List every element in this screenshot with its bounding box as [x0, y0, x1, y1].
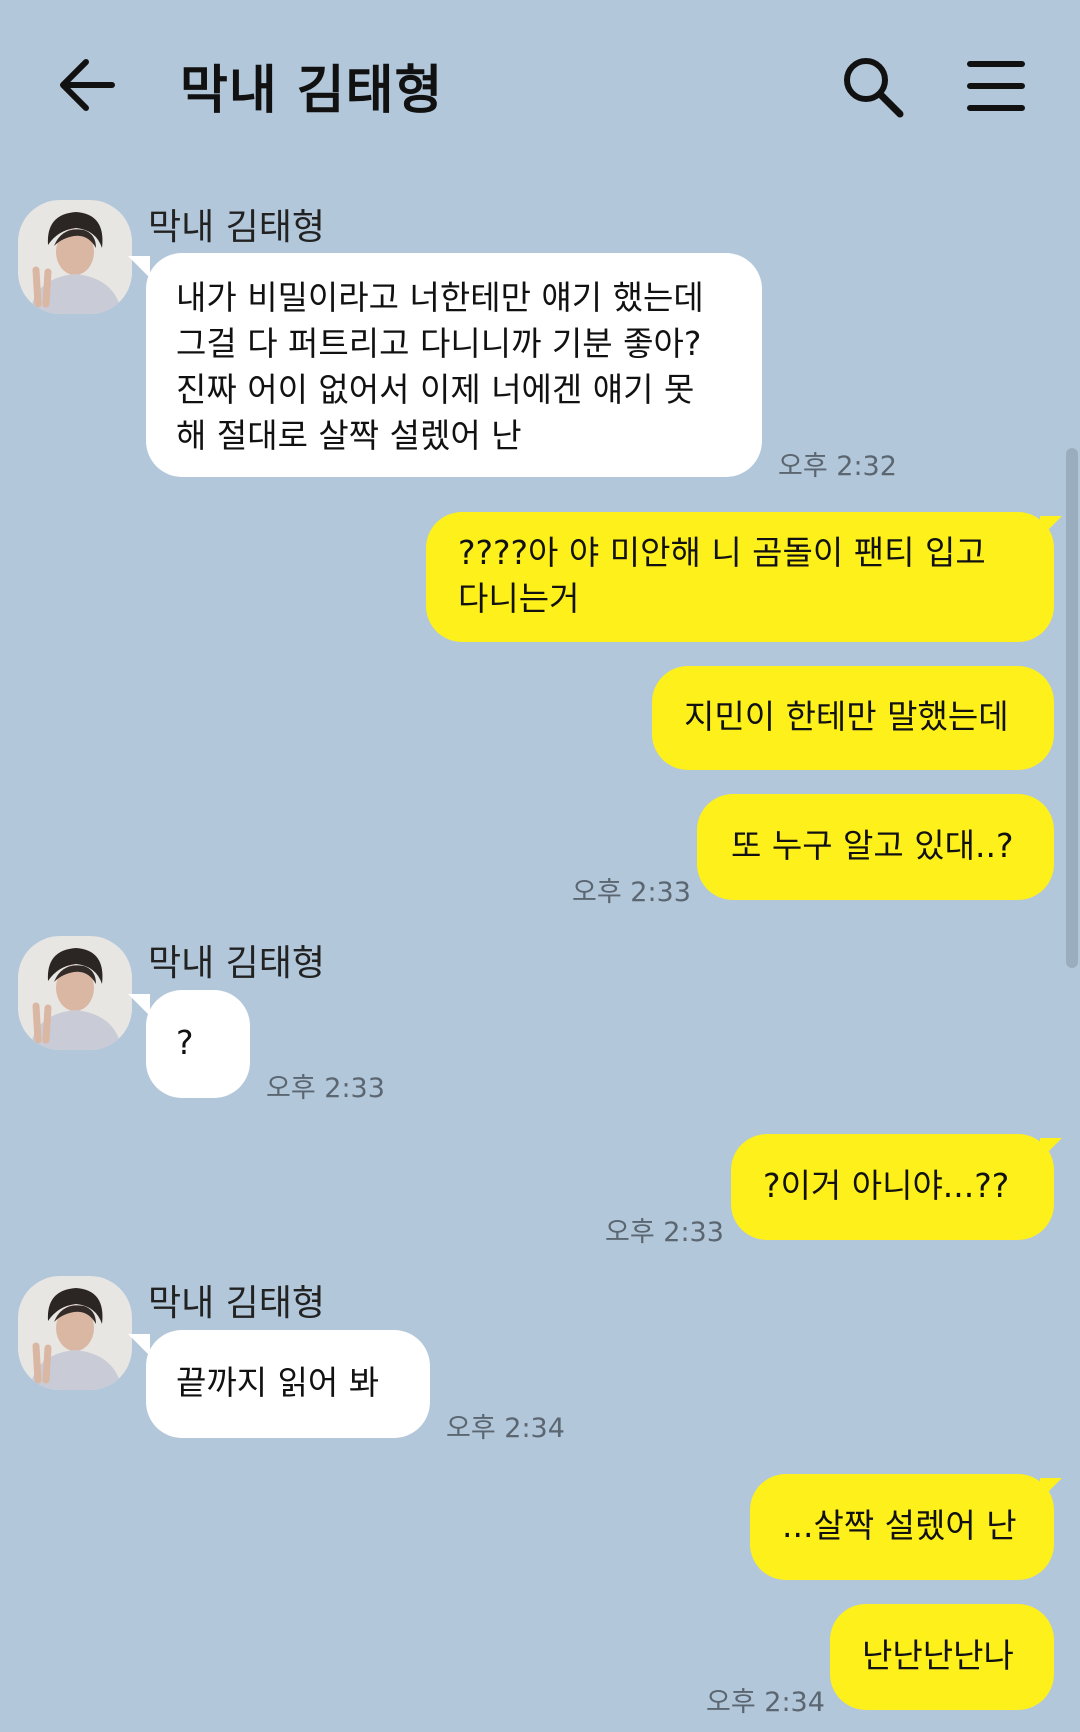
bubble-tail — [1040, 516, 1062, 538]
scrollbar[interactable] — [1066, 448, 1078, 968]
bubble-tail — [1040, 1138, 1062, 1160]
bubble-tail — [128, 994, 150, 1016]
message-time: 오후 2:34 — [446, 1413, 565, 1444]
bubble-tail — [1040, 1478, 1062, 1500]
message-time: 오후 2:33 — [266, 1073, 385, 1104]
message-time: 오후 2:33 — [605, 1217, 724, 1248]
chat-title: 막내 김태형 — [180, 61, 444, 121]
search-icon — [844, 58, 904, 118]
message-bubble[interactable]: 또 누구 알고 있대..? — [697, 794, 1054, 900]
hamburger-menu-icon — [967, 61, 1025, 111]
search-button[interactable] — [838, 52, 908, 122]
message-time: 오후 2:34 — [706, 1687, 825, 1718]
message-time: 오후 2:33 — [572, 877, 691, 908]
message-bubble[interactable]: ?이거 아니야...?? — [731, 1134, 1054, 1240]
sender-name: 막내 김태형 — [148, 207, 326, 248]
avatar[interactable] — [18, 936, 132, 1050]
message-time: 오후 2:32 — [778, 451, 897, 482]
avatar[interactable] — [18, 200, 132, 314]
message-bubble[interactable]: 내가 비밀이라고 너한테만 얘기 했는데 그걸 다 퍼트리고 다니니까 기분 좋… — [146, 253, 762, 477]
chat-header: 막내 김태형 — [0, 0, 1080, 168]
avatar[interactable] — [18, 1276, 132, 1390]
menu-button[interactable] — [960, 56, 1030, 116]
sender-name: 막내 김태형 — [148, 943, 326, 984]
back-button[interactable] — [50, 50, 130, 120]
bubble-tail — [128, 256, 150, 278]
message-bubble[interactable]: ? — [146, 990, 250, 1098]
message-bubble[interactable]: ????아 야 미안해 니 곰돌이 팬티 입고 다니는거 — [426, 512, 1054, 642]
bubble-tail — [128, 1334, 150, 1356]
sender-name: 막내 김태형 — [148, 1283, 326, 1324]
message-bubble[interactable]: 난난난난나 — [830, 1604, 1054, 1710]
arrow-left-icon — [60, 59, 115, 111]
message-bubble[interactable]: ...살짝 설렜어 난 — [750, 1474, 1054, 1580]
message-bubble[interactable]: 지민이 한테만 말했는데 — [652, 666, 1054, 770]
message-bubble[interactable]: 끝까지 읽어 봐 — [146, 1330, 430, 1438]
